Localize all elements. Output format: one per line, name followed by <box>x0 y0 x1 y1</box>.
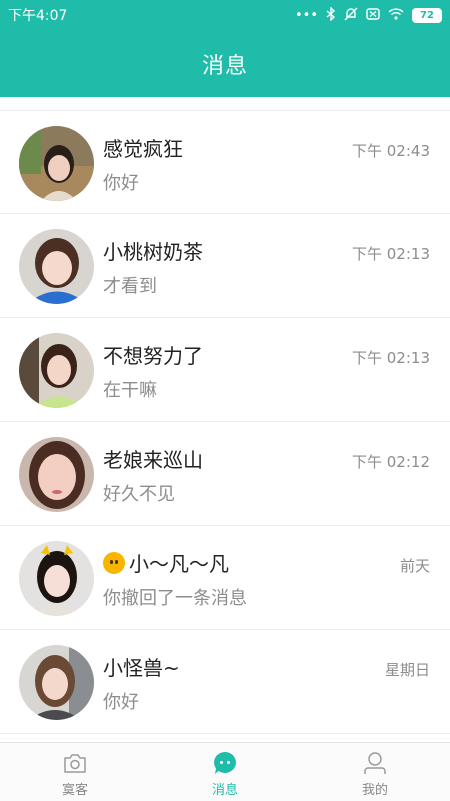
bluetooth-icon <box>326 5 336 24</box>
conversation-name-text: 小～凡～凡 <box>129 552 229 576</box>
status-icons: ••• 72 <box>294 5 442 24</box>
conversation-name: 不想努力了 <box>103 344 203 368</box>
chick-emoji-icon <box>103 552 125 574</box>
wifi-icon <box>388 7 404 23</box>
conversation-name: 小桃树奶茶 <box>103 240 203 264</box>
conversation-preview: 你好 <box>103 173 139 194</box>
conversation-row[interactable]: 老娘来巡山 好久不见 下午 02:12 <box>0 422 450 526</box>
avatar <box>19 229 94 304</box>
conversation-list: 感觉疯狂 你好 下午 02:43 小桃树奶茶 才看到 下午 02:13 不想努力… <box>0 110 450 734</box>
avatar <box>19 541 94 616</box>
nav-item-messages[interactable]: 消息 <box>150 743 300 801</box>
conversation-row[interactable]: 感觉疯狂 你好 下午 02:43 <box>0 110 450 214</box>
conversation-row[interactable]: 小怪兽~ 你好 星期日 <box>0 630 450 734</box>
conversation-time: 星期日 <box>384 661 430 679</box>
avatar <box>19 645 94 720</box>
page-header: 消息 <box>0 30 450 97</box>
sim-icon <box>366 7 380 23</box>
conversation-preview: 在干嘛 <box>103 380 157 401</box>
conversation-row[interactable]: 不想努力了 在干嘛 下午 02:13 <box>0 318 450 422</box>
page-title: 消息 <box>201 53 248 79</box>
nav-item-moke[interactable]: 寞客 <box>0 743 150 801</box>
conversation-preview: 你撤回了一条消息 <box>103 588 247 609</box>
camera-icon <box>64 754 86 773</box>
more-dots-icon: ••• <box>294 7 318 23</box>
conversation-preview: 你好 <box>103 692 139 713</box>
avatar <box>19 333 94 408</box>
conversation-name: 小～凡～凡 <box>103 548 229 577</box>
nav-label: 寞客 <box>61 783 88 798</box>
conversation-time: 下午 02:43 <box>352 142 430 160</box>
nav-label: 我的 <box>361 783 388 798</box>
conversation-time: 下午 02:12 <box>352 453 430 471</box>
battery-icon: 72 <box>412 7 442 23</box>
conversation-name: 老娘来巡山 <box>103 448 203 472</box>
conversation-time: 前天 <box>399 557 430 575</box>
conversation-row[interactable]: 小桃树奶茶 才看到 下午 02:13 <box>0 214 450 318</box>
status-time: 下午4:07 <box>8 8 68 24</box>
conversation-name: 感觉疯狂 <box>103 137 183 161</box>
nav-item-profile[interactable]: 我的 <box>300 743 450 801</box>
conversation-time: 下午 02:13 <box>352 245 430 263</box>
person-icon <box>364 752 386 774</box>
conversation-preview: 才看到 <box>103 276 157 297</box>
conversation-time: 下午 02:13 <box>352 349 430 367</box>
conversation-row[interactable]: 小～凡～凡 你撤回了一条消息 前天 <box>0 526 450 630</box>
nav-label: 消息 <box>211 783 238 798</box>
avatar <box>19 126 94 201</box>
chat-bubble-icon <box>214 752 236 774</box>
avatar <box>19 437 94 512</box>
conversation-preview: 好久不见 <box>103 484 175 505</box>
conversation-name: 小怪兽~ <box>103 656 180 680</box>
status-bar: 下午4:07 ••• 72 <box>0 0 450 30</box>
bottom-nav: 寞客 消息 我的 <box>0 742 450 801</box>
mute-bell-icon <box>344 7 358 24</box>
